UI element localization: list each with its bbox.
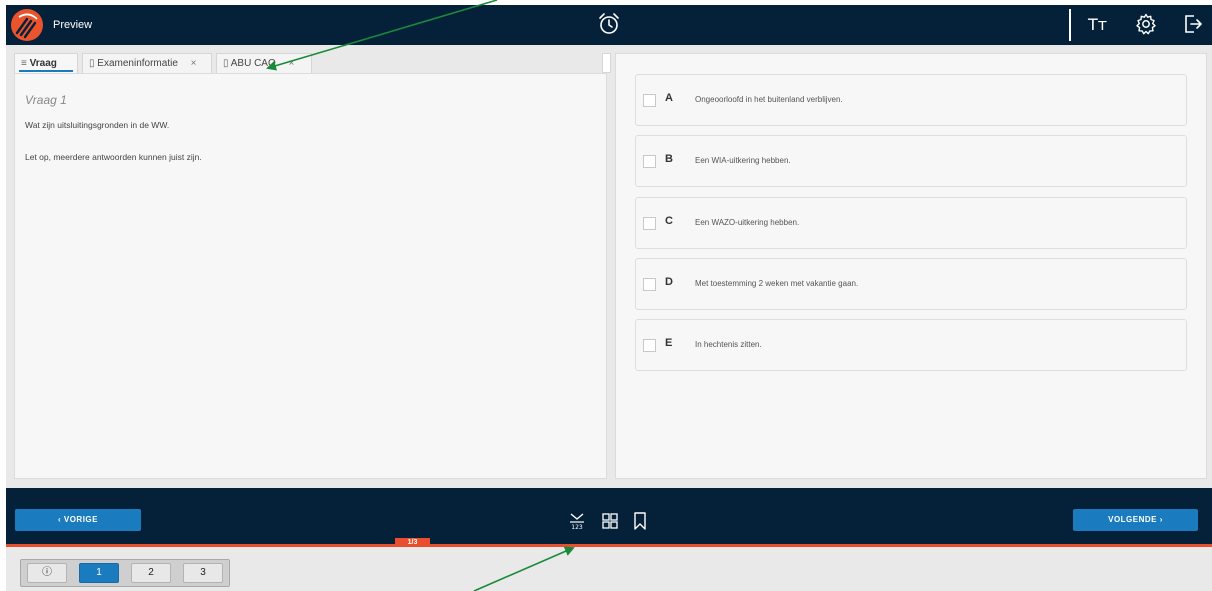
checkbox[interactable]: [643, 339, 656, 352]
option-letter: E: [665, 337, 673, 349]
answer-option-d[interactable]: D Met toestemming 2 weken met vakantie g…: [635, 258, 1187, 310]
option-letter: A: [665, 92, 673, 104]
page-button-1[interactable]: 1: [79, 563, 119, 583]
preview-label: Preview: [53, 19, 93, 31]
text-size-icon[interactable]: Tт: [1088, 14, 1114, 36]
question-title: Vraag 1: [25, 93, 67, 107]
exit-icon[interactable]: [1180, 12, 1204, 36]
answer-option-a[interactable]: A Ongeoorloofd in het buitenland verblij…: [635, 74, 1187, 126]
grid-icon[interactable]: [600, 511, 620, 531]
option-text: Ongeoorloofd in het buitenland verblijve…: [695, 95, 843, 104]
list-icon: ≡: [21, 58, 27, 69]
logo: [11, 9, 43, 41]
bottom-bar: ‹ VORIGE 123 VOLGENDE › 1/3: [6, 488, 1212, 547]
next-button[interactable]: VOLGENDE ›: [1073, 509, 1198, 531]
previous-button[interactable]: ‹ VORIGE: [15, 509, 141, 531]
tab-label: Exameninformatie: [97, 58, 178, 69]
question-pager: ⓘ 1 2 3: [20, 559, 230, 587]
svg-text:123: 123: [571, 524, 583, 531]
option-text: Een WAZO-uitkering hebben.: [695, 218, 800, 227]
option-text: Een WIA-uitkering hebben.: [695, 156, 791, 165]
question-text: Wat zijn uitsluitingsgronden in de WW.: [25, 120, 170, 130]
divider: [1069, 9, 1071, 41]
tab-bar: ≡ Vraag ▯ Exameninformatie × ▯ ABU CAO ×: [14, 53, 611, 73]
question-note: Let op, meerdere antwoorden kunnen juist…: [25, 152, 202, 162]
option-letter: B: [665, 153, 673, 165]
answers-pane: A Ongeoorloofd in het buitenland verblij…: [615, 53, 1207, 479]
option-text: Met toestemming 2 weken met vakantie gaa…: [695, 279, 859, 288]
bookmark-icon[interactable]: [630, 511, 650, 531]
alarm-clock-icon: [599, 13, 619, 34]
tab-exameninformatie[interactable]: ▯ Exameninformatie ×: [82, 53, 212, 73]
document-icon: ▯: [223, 58, 229, 69]
option-text: In hechtenis zitten.: [695, 340, 762, 349]
close-icon[interactable]: ×: [191, 58, 197, 69]
tab-vraag[interactable]: ≡ Vraag: [14, 53, 78, 73]
page-button-3[interactable]: 3: [183, 563, 223, 583]
option-letter: D: [665, 276, 673, 288]
tab-abu-cao[interactable]: ▯ ABU CAO ×: [216, 53, 312, 73]
tab-label: ABU CAO: [230, 58, 276, 69]
checkbox[interactable]: [643, 278, 656, 291]
answer-option-e[interactable]: E In hechtenis zitten.: [635, 319, 1187, 371]
answer-option-b[interactable]: B Een WIA-uitkering hebben.: [635, 135, 1187, 187]
top-bar: Preview Tт: [6, 5, 1212, 45]
sort-123-icon[interactable]: 123: [567, 511, 587, 531]
main-area: ≡ Vraag ▯ Exameninformatie × ▯ ABU CAO ×…: [6, 45, 1212, 488]
tab-overflow: [602, 53, 611, 73]
progress-badge: 1/3: [395, 538, 430, 547]
question-pane: [14, 73, 607, 479]
option-letter: C: [665, 215, 673, 227]
checkbox[interactable]: [643, 155, 656, 168]
settings-icon[interactable]: [1134, 12, 1158, 36]
page-button-2[interactable]: 2: [131, 563, 171, 583]
info-button[interactable]: ⓘ: [27, 563, 67, 583]
pager-area: ⓘ 1 2 3: [6, 547, 1212, 591]
close-icon[interactable]: ×: [289, 58, 295, 69]
document-icon: ▯: [89, 58, 95, 69]
answer-option-c[interactable]: C Een WAZO-uitkering hebben.: [635, 197, 1187, 249]
checkbox[interactable]: [643, 94, 656, 107]
checkbox[interactable]: [643, 217, 656, 230]
tab-label: Vraag: [29, 58, 57, 69]
